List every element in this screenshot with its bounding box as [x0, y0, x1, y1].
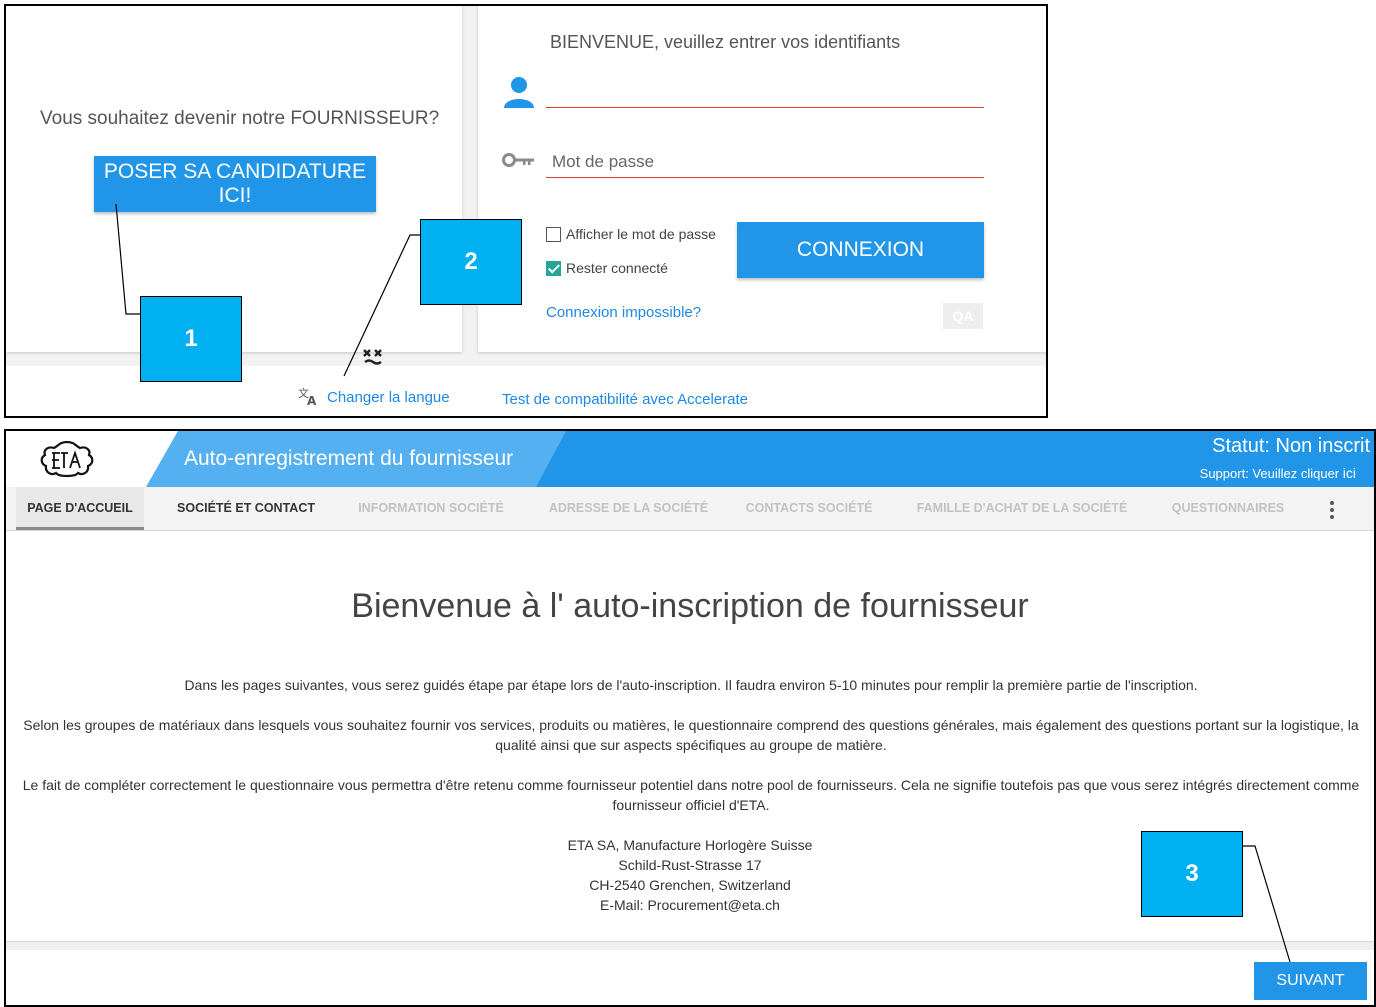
tab-questionnaires[interactable]: QUESTIONNAIRES [1158, 487, 1298, 530]
welcome-title: Bienvenue à l' auto-inscription de fourn… [351, 587, 1029, 625]
username-field[interactable] [546, 78, 984, 108]
compatibility-test-link[interactable]: Test de compatibilité avec Accelerate [502, 391, 748, 408]
change-language-link[interactable]: Changer la langue [327, 389, 450, 406]
callout-marker: 2 [420, 219, 522, 305]
stay-connected-checkbox[interactable] [546, 260, 561, 276]
intro-paragraph: Le fait de compléter correctement le que… [22, 777, 1360, 813]
user-icon [504, 77, 534, 108]
login-card [478, 6, 1046, 352]
show-password-checkbox-row[interactable]: Afficher le mot de passe [546, 226, 716, 242]
intro-paragraph: Dans les pages suivantes, vous serez gui… [184, 677, 1198, 693]
key-icon [502, 153, 534, 167]
password-field[interactable] [546, 146, 984, 178]
stay-connected-checkbox-row[interactable]: Rester connecté [546, 260, 668, 276]
registration-screenshot-panel: Auto-enregistrement du fournisseur Statu… [4, 429, 1376, 1007]
cant-login-link[interactable]: Connexion impossible? [546, 304, 701, 321]
support-text: Support: Veuillez cliquer ici [1200, 465, 1356, 481]
footer-divider [6, 941, 1374, 950]
show-password-label: Afficher le mot de passe [566, 226, 716, 242]
next-button[interactable]: SUIVANT [1254, 962, 1367, 1000]
app-title: Auto-enregistrement du fournisseur [184, 447, 514, 470]
support-prefix: Support: Veuillez cliquer [1199, 466, 1340, 481]
apply-supplier-button[interactable]: POSER SA CANDIDATURE ICI! [94, 156, 376, 212]
login-button[interactable]: CONNEXION [737, 222, 984, 278]
support-link[interactable]: ici [1343, 465, 1356, 481]
tab-company-contact[interactable]: SOCIÉTÉ ET CONTACT [166, 487, 326, 530]
more-vert-icon[interactable] [1322, 499, 1342, 521]
callout-marker: 1 [140, 296, 242, 382]
translate-icon: 文 A [298, 386, 317, 406]
partial-glyph-icon [363, 349, 382, 365]
callout-marker: 3 [1141, 831, 1243, 917]
registration-tab-bar: PAGE D'ACCUEIL SOCIÉTÉ ET CONTACT INFORM… [6, 487, 1374, 531]
login-welcome-text: BIENVENUE, veuillez entrer vos identifia… [550, 32, 901, 52]
svg-text:A: A [307, 394, 317, 406]
tab-company-info[interactable]: INFORMATION SOCIÉTÉ [346, 487, 516, 530]
tab-company-address[interactable]: ADRESSE DE LA SOCIÉTÉ [541, 487, 716, 530]
stay-connected-label: Rester connecté [566, 260, 668, 276]
eta-logo-icon [40, 440, 94, 478]
app-header: Auto-enregistrement du fournisseur Statu… [6, 431, 1374, 487]
tab-purchase-family[interactable]: FAMILLE D'ACHAT DE LA SOCIÉTÉ [906, 487, 1138, 530]
qa-badge: QA [943, 303, 983, 329]
registration-status: Statut: Non inscrit [1212, 435, 1370, 457]
show-password-checkbox[interactable] [546, 226, 561, 242]
intro-paragraph: Selon les groupes de matériaux dans lesq… [23, 717, 1359, 753]
supplier-question-text: Vous souhaitez devenir notre FOURNISSEUR… [40, 108, 440, 129]
tab-company-contacts[interactable]: CONTACTS SOCIÉTÉ [734, 487, 884, 530]
tab-home[interactable]: PAGE D'ACCUEIL [16, 487, 144, 530]
